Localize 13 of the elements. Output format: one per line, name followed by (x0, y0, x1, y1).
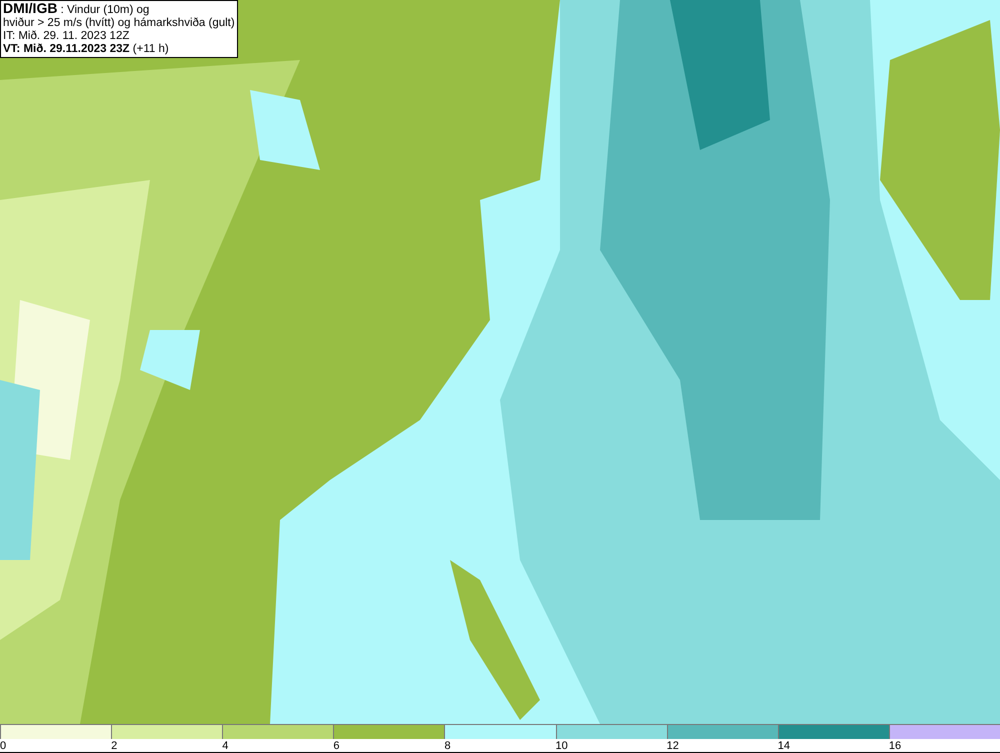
legend-label: 6 (333, 739, 340, 753)
info-text: VT: Mið. 29.11.2023 23Z (+11 h) (3, 43, 170, 56)
legend-label: 0 (0, 739, 6, 753)
legend-label: 10 (556, 739, 568, 753)
info-text: hviður > 25 m/s (hvítt) og hámarkshviða (gult) (3, 17, 235, 30)
legend-label: 14 (778, 739, 790, 753)
legend-label: 12 (666, 739, 679, 753)
legend-label: 4 (222, 739, 228, 753)
info-text: DMI/IGB : Vindur (10m) og (3, 2, 150, 17)
info-text: IT: Mið. 29. 11. 2023 12Z (3, 30, 130, 43)
legend-label: 2 (111, 739, 118, 753)
legend-label: 16 (888, 739, 902, 753)
legend-label: 8 (444, 739, 451, 753)
